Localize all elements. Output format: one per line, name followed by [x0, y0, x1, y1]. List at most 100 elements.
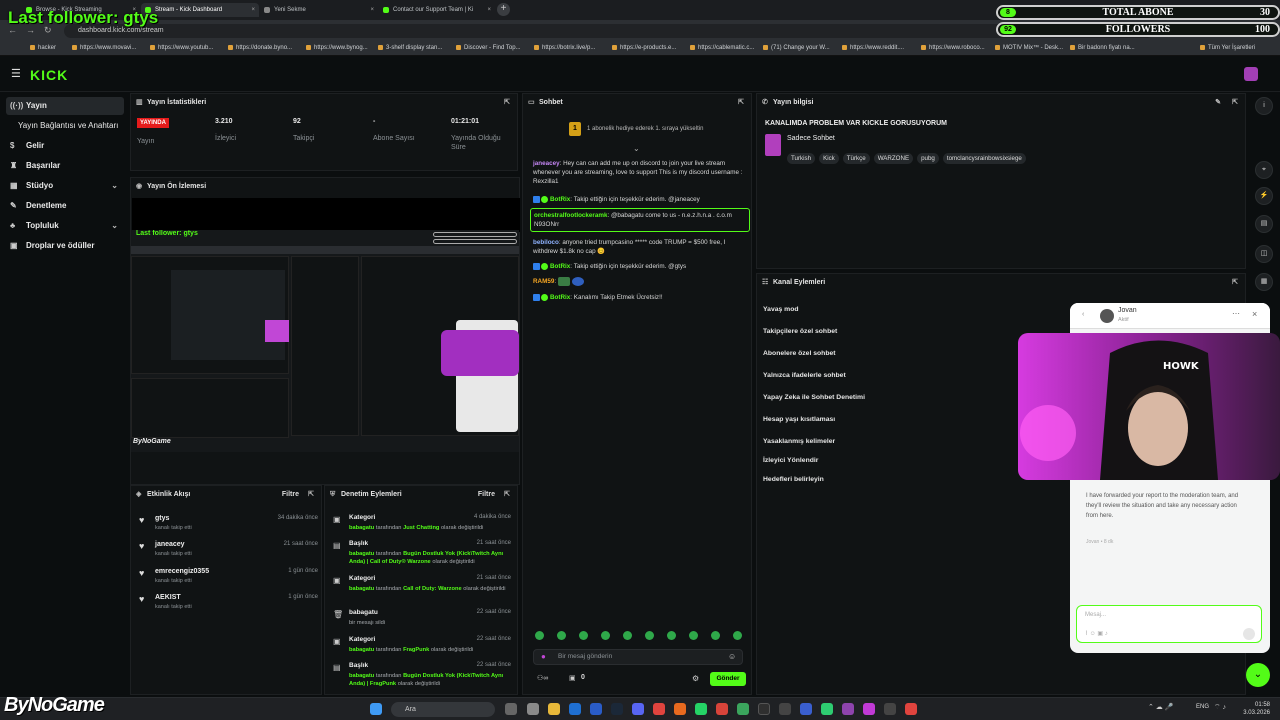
- bookmark[interactable]: Discover - Find Top...: [456, 45, 521, 51]
- support-input[interactable]: Mesaj... ⌇ ☺ ▣ ♪: [1076, 605, 1262, 643]
- popout-icon[interactable]: ⇱: [738, 94, 744, 112]
- edit-icon[interactable]: ✎: [1215, 94, 1221, 112]
- bookmark[interactable]: hacker: [30, 45, 56, 51]
- bookmark[interactable]: https://www.roboco...: [921, 45, 985, 51]
- steam-icon[interactable]: [611, 703, 623, 715]
- whatsapp-icon[interactable]: [695, 703, 707, 715]
- bookmark[interactable]: https://cablematic.c...: [690, 45, 754, 51]
- crosshair-icon[interactable]: ⌖: [1255, 161, 1273, 179]
- app-icon[interactable]: [800, 703, 812, 715]
- all-bookmarks[interactable]: Tüm Yer İşaretleri: [1200, 45, 1255, 51]
- sidebar-item-stream-key[interactable]: Yayın Bağlantısı ve Anahtarı: [6, 117, 124, 135]
- bookmark[interactable]: (71) Change your W...: [763, 45, 830, 51]
- clock[interactable]: 01:58 3.03.2026: [1243, 701, 1270, 717]
- tab-dashboard[interactable]: Stream - Kick Dashboard ×: [141, 3, 259, 17]
- close-icon[interactable]: ×: [1252, 309, 1257, 319]
- category-name[interactable]: Sadece Sohbet: [787, 135, 835, 142]
- sidebar-item-topluluk[interactable]: ♣ Topluluk ⌄: [6, 217, 124, 235]
- emoji-icon[interactable]: ☺: [728, 652, 736, 661]
- popout-icon[interactable]: ⇱: [308, 486, 314, 504]
- popout-icon[interactable]: ⇱: [504, 94, 510, 112]
- document-icon[interactable]: ▤: [1255, 215, 1273, 233]
- action-goals[interactable]: Hedefleri belirleyin: [763, 476, 824, 483]
- obs-icon[interactable]: [758, 703, 770, 715]
- bolt-icon[interactable]: ⚡: [1255, 187, 1273, 205]
- bookmark[interactable]: https://www.bynog...: [306, 45, 368, 51]
- chevron-down-icon[interactable]: ⌄: [1246, 663, 1270, 687]
- bookmark[interactable]: Bir badonn fiyatı na...: [1070, 45, 1135, 51]
- action-slow-mode[interactable]: Yavaş mod: [763, 306, 799, 313]
- popout-icon[interactable]: ⇱: [1232, 94, 1238, 112]
- emote-icon[interactable]: [579, 631, 588, 640]
- action-followers-only[interactable]: Takipçilere özel sohbet: [763, 328, 837, 335]
- bookmark[interactable]: https://botrix.live/p...: [534, 45, 595, 51]
- sidebar-item-denetleme[interactable]: ✎ Denetleme: [6, 197, 124, 215]
- emote-icon[interactable]: [623, 631, 632, 640]
- attach-icon[interactable]: ⌇ ☺ ▣ ♪: [1085, 630, 1108, 637]
- app-icon[interactable]: [884, 703, 896, 715]
- action-emote-only[interactable]: Yalnızca ifadelerle sohbet: [763, 372, 846, 379]
- sidebar-item-droplar[interactable]: ▣ Droplar ve ödüller: [6, 237, 124, 255]
- popout-icon[interactable]: ⇱: [1232, 274, 1238, 292]
- send-button[interactable]: Gönder: [710, 672, 746, 686]
- popout-icon[interactable]: ⇱: [504, 486, 510, 504]
- app-icon[interactable]: [527, 703, 539, 715]
- mic-icon[interactable]: ●: [541, 652, 546, 661]
- emote-icon[interactable]: [601, 631, 610, 640]
- chrome-icon[interactable]: [653, 703, 665, 715]
- close-icon[interactable]: ×: [251, 3, 255, 17]
- gift-icon[interactable]: ▣: [569, 674, 576, 682]
- mail-icon[interactable]: [590, 703, 602, 715]
- chat-bubble-icon[interactable]: ◫: [1255, 245, 1273, 263]
- app-icon[interactable]: [842, 703, 854, 715]
- sidebar-item-yayin[interactable]: ((·)) Yayın: [6, 97, 124, 115]
- action-account-age[interactable]: Hesap yaşı kısıtlaması: [763, 416, 835, 423]
- network-icon[interactable]: ⌔ ♪: [1214, 703, 1226, 712]
- url-input[interactable]: dashboard.kick.com/stream: [64, 24, 1154, 38]
- chrome-icon[interactable]: [905, 703, 917, 715]
- kick-logo[interactable]: KICK: [30, 67, 68, 83]
- tab-support[interactable]: Contact our Support Team | Ki ×: [379, 3, 495, 17]
- folder-icon[interactable]: [548, 703, 560, 715]
- app-icon[interactable]: [779, 703, 791, 715]
- people-icon[interactable]: ⚇∞: [537, 674, 548, 682]
- filter-button[interactable]: Filtre: [478, 486, 495, 504]
- sidebar-item-studyo[interactable]: ▦ Stüdyo ⌄: [6, 177, 124, 195]
- grid-icon[interactable]: ▦: [1255, 273, 1273, 291]
- avatar[interactable]: [1244, 67, 1258, 81]
- app-icon[interactable]: [821, 703, 833, 715]
- emote-icon[interactable]: [733, 631, 742, 640]
- bookmark[interactable]: https://www.movavi...: [72, 45, 136, 51]
- taskbar-search[interactable]: Ara: [391, 702, 495, 717]
- chat-input[interactable]: Bir mesaj gönderin: [533, 649, 743, 665]
- app-icon[interactable]: [737, 703, 749, 715]
- emote-icon[interactable]: [667, 631, 676, 640]
- action-subs-only[interactable]: Abonelere özel sohbet: [763, 350, 836, 357]
- tab-new[interactable]: Yeni Sekme ×: [260, 3, 378, 17]
- bookmark[interactable]: https://e-products.e...: [612, 45, 676, 51]
- bookmark[interactable]: 3-shelf display stan...: [378, 45, 442, 51]
- back-icon[interactable]: ‹: [1082, 311, 1084, 318]
- store-icon[interactable]: [569, 703, 581, 715]
- app-icon[interactable]: [716, 703, 728, 715]
- emote-icon[interactable]: [535, 631, 544, 640]
- emote-icon[interactable]: [689, 631, 698, 640]
- tray-icons[interactable]: ⌃ ☁ 🎤: [1148, 703, 1173, 711]
- emote-icon[interactable]: [557, 631, 566, 640]
- task-view-icon[interactable]: [505, 703, 517, 715]
- bookmark[interactable]: MOTIV Mix™ - Desk...: [995, 45, 1063, 51]
- sidebar-item-basarilar[interactable]: ♜ Başarılar: [6, 157, 124, 175]
- windows-start-icon[interactable]: [370, 703, 382, 715]
- discord-icon[interactable]: [632, 703, 644, 715]
- bookmark[interactable]: https://www.youtub...: [150, 45, 213, 51]
- bookmark[interactable]: https://donate.byno...: [228, 45, 292, 51]
- language-indicator[interactable]: ENG: [1196, 704, 1209, 710]
- new-tab-button[interactable]: +: [497, 3, 510, 16]
- chevron-down-icon[interactable]: ⌄: [633, 144, 640, 153]
- sidebar-item-gelir[interactable]: $ Gelir: [6, 137, 124, 155]
- action-banned-words[interactable]: Yasaklanmış kelimeler: [763, 438, 835, 445]
- action-ai-moderation[interactable]: Yapay Zeka ile Sohbet Denetimi: [763, 394, 865, 401]
- menu-icon[interactable]: ☰: [11, 67, 21, 80]
- preview-video[interactable]: Last follower: gtys ByNoGame: [131, 230, 519, 452]
- app-icon[interactable]: [674, 703, 686, 715]
